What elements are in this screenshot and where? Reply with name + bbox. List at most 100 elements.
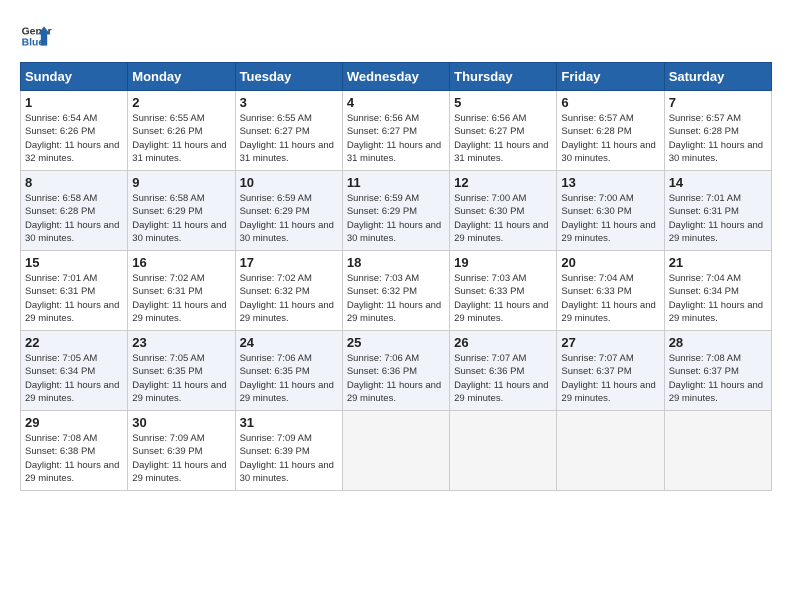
cell-content: Sunrise: 7:09 AMSunset: 6:39 PMDaylight:… bbox=[132, 432, 230, 485]
calendar-cell: 30 Sunrise: 7:09 AMSunset: 6:39 PMDayligh… bbox=[128, 411, 235, 491]
calendar-cell: 22 Sunrise: 7:05 AMSunset: 6:34 PMDayligh… bbox=[21, 331, 128, 411]
cell-content: Sunrise: 7:01 AMSunset: 6:31 PMDaylight:… bbox=[669, 192, 767, 245]
logo-icon: General Blue bbox=[20, 20, 52, 52]
calendar-cell: 6 Sunrise: 6:57 AMSunset: 6:28 PMDaylight… bbox=[557, 91, 664, 171]
day-of-week-sunday: Sunday bbox=[21, 63, 128, 91]
day-number: 30 bbox=[132, 415, 230, 430]
day-number: 11 bbox=[347, 175, 445, 190]
day-number: 7 bbox=[669, 95, 767, 110]
calendar-cell: 2Sunrise: 6:55 AMSunset: 6:26 PMDaylight… bbox=[128, 91, 235, 171]
calendar-cell: 27Sunrise: 7:07 AMSunset: 6:37 PMDayligh… bbox=[557, 331, 664, 411]
cell-content: Sunrise: 6:55 AMSunset: 6:27 PMDaylight:… bbox=[240, 112, 338, 165]
cell-content: Sunrise: 6:57 AMSunset: 6:28 PMDaylight:… bbox=[669, 112, 767, 165]
calendar-header-row: SundayMondayTuesdayWednesdayThursdayFrid… bbox=[21, 63, 772, 91]
day-number: 31 bbox=[240, 415, 338, 430]
calendar-cell: 12 Sunrise: 7:00 AMSunset: 6:30 PMDayligh… bbox=[450, 171, 557, 251]
cell-content: Sunrise: 7:02 AMSunset: 6:31 PMDaylight:… bbox=[132, 272, 230, 325]
cell-content: Sunrise: 7:06 AMSunset: 6:35 PMDaylight:… bbox=[240, 352, 338, 405]
calendar-cell: 17 Sunrise: 7:02 AMSunset: 6:32 PMDayligh… bbox=[235, 251, 342, 331]
day-number: 24 bbox=[240, 335, 338, 350]
day-number: 14 bbox=[669, 175, 767, 190]
calendar-cell: 4Sunrise: 6:56 AMSunset: 6:27 PMDaylight… bbox=[342, 91, 449, 171]
day-number: 6 bbox=[561, 95, 659, 110]
calendar-cell bbox=[450, 411, 557, 491]
cell-content: Sunrise: 6:56 AMSunset: 6:27 PMDaylight:… bbox=[347, 112, 445, 165]
cell-content: Sunrise: 6:59 AMSunset: 6:29 PMDaylight:… bbox=[240, 192, 338, 245]
day-number: 15 bbox=[25, 255, 123, 270]
day-number: 29 bbox=[25, 415, 123, 430]
calendar-week-row: 1 Sunrise: 6:54 AMSunset: 6:26 PMDaylight… bbox=[21, 91, 772, 171]
day-of-week-monday: Monday bbox=[128, 63, 235, 91]
calendar-cell: 9 Sunrise: 6:58 AMSunset: 6:29 PMDaylight… bbox=[128, 171, 235, 251]
day-number: 8 bbox=[25, 175, 123, 190]
cell-content: Sunrise: 6:58 AMSunset: 6:28 PMDaylight:… bbox=[25, 192, 123, 245]
cell-content: Sunrise: 7:04 AMSunset: 6:33 PMDaylight:… bbox=[561, 272, 659, 325]
cell-content: Sunrise: 7:06 AMSunset: 6:36 PMDaylight:… bbox=[347, 352, 445, 405]
cell-content: Sunrise: 7:03 AMSunset: 6:33 PMDaylight:… bbox=[454, 272, 552, 325]
day-number: 21 bbox=[669, 255, 767, 270]
calendar-cell bbox=[557, 411, 664, 491]
day-number: 23 bbox=[132, 335, 230, 350]
day-number: 17 bbox=[240, 255, 338, 270]
cell-content: Sunrise: 7:01 AMSunset: 6:31 PMDaylight:… bbox=[25, 272, 123, 325]
page-header: General Blue bbox=[20, 20, 772, 52]
day-number: 12 bbox=[454, 175, 552, 190]
calendar-cell: 23 Sunrise: 7:05 AMSunset: 6:35 PMDayligh… bbox=[128, 331, 235, 411]
day-number: 3 bbox=[240, 95, 338, 110]
cell-content: Sunrise: 7:03 AMSunset: 6:32 PMDaylight:… bbox=[347, 272, 445, 325]
calendar-cell: 18 Sunrise: 7:03 AMSunset: 6:32 PMDayligh… bbox=[342, 251, 449, 331]
day-number: 18 bbox=[347, 255, 445, 270]
cell-content: Sunrise: 7:07 AMSunset: 6:37 PMDaylight:… bbox=[561, 352, 659, 405]
day-of-week-saturday: Saturday bbox=[664, 63, 771, 91]
cell-content: Sunrise: 7:02 AMSunset: 6:32 PMDaylight:… bbox=[240, 272, 338, 325]
day-of-week-thursday: Thursday bbox=[450, 63, 557, 91]
calendar-cell: 5 Sunrise: 6:56 AMSunset: 6:27 PMDaylight… bbox=[450, 91, 557, 171]
day-number: 26 bbox=[454, 335, 552, 350]
day-number: 16 bbox=[132, 255, 230, 270]
cell-content: Sunrise: 7:05 AMSunset: 6:34 PMDaylight:… bbox=[25, 352, 123, 405]
cell-content: Sunrise: 7:09 AMSunset: 6:39 PMDaylight:… bbox=[240, 432, 338, 485]
logo: General Blue bbox=[20, 20, 52, 52]
day-number: 9 bbox=[132, 175, 230, 190]
day-number: 25 bbox=[347, 335, 445, 350]
calendar-cell: 13 Sunrise: 7:00 AMSunset: 6:30 PMDayligh… bbox=[557, 171, 664, 251]
cell-content: Sunrise: 6:54 AMSunset: 6:26 PMDaylight:… bbox=[25, 112, 123, 165]
calendar-cell: 31 Sunrise: 7:09 AMSunset: 6:39 PMDayligh… bbox=[235, 411, 342, 491]
calendar-week-row: 8 Sunrise: 6:58 AMSunset: 6:28 PMDaylight… bbox=[21, 171, 772, 251]
calendar-cell: 14 Sunrise: 7:01 AMSunset: 6:31 PMDayligh… bbox=[664, 171, 771, 251]
calendar-cell: 11 Sunrise: 6:59 AMSunset: 6:29 PMDayligh… bbox=[342, 171, 449, 251]
calendar-cell: 15 Sunrise: 7:01 AMSunset: 6:31 PMDayligh… bbox=[21, 251, 128, 331]
calendar-cell: 20 Sunrise: 7:04 AMSunset: 6:33 PMDayligh… bbox=[557, 251, 664, 331]
cell-content: Sunrise: 7:00 AMSunset: 6:30 PMDaylight:… bbox=[561, 192, 659, 245]
calendar-cell: 8 Sunrise: 6:58 AMSunset: 6:28 PMDaylight… bbox=[21, 171, 128, 251]
day-number: 5 bbox=[454, 95, 552, 110]
day-number: 19 bbox=[454, 255, 552, 270]
calendar-cell: 7 Sunrise: 6:57 AMSunset: 6:28 PMDaylight… bbox=[664, 91, 771, 171]
day-number: 1 bbox=[25, 95, 123, 110]
cell-content: Sunrise: 6:57 AMSunset: 6:28 PMDaylight:… bbox=[561, 112, 659, 165]
day-number: 22 bbox=[25, 335, 123, 350]
cell-content: Sunrise: 7:07 AMSunset: 6:36 PMDaylight:… bbox=[454, 352, 552, 405]
day-number: 13 bbox=[561, 175, 659, 190]
cell-content: Sunrise: 7:08 AMSunset: 6:37 PMDaylight:… bbox=[669, 352, 767, 405]
calendar-cell: 28Sunrise: 7:08 AMSunset: 6:37 PMDayligh… bbox=[664, 331, 771, 411]
calendar-cell bbox=[342, 411, 449, 491]
calendar-cell: 25 Sunrise: 7:06 AMSunset: 6:36 PMDayligh… bbox=[342, 331, 449, 411]
cell-content: Sunrise: 7:05 AMSunset: 6:35 PMDaylight:… bbox=[132, 352, 230, 405]
cell-content: Sunrise: 7:00 AMSunset: 6:30 PMDaylight:… bbox=[454, 192, 552, 245]
cell-content: Sunrise: 6:56 AMSunset: 6:27 PMDaylight:… bbox=[454, 112, 552, 165]
day-number: 10 bbox=[240, 175, 338, 190]
day-number: 20 bbox=[561, 255, 659, 270]
calendar-cell: 26 Sunrise: 7:07 AMSunset: 6:36 PMDayligh… bbox=[450, 331, 557, 411]
calendar-cell: 19 Sunrise: 7:03 AMSunset: 6:33 PMDayligh… bbox=[450, 251, 557, 331]
cell-content: Sunrise: 6:55 AMSunset: 6:26 PMDaylight:… bbox=[132, 112, 230, 165]
calendar-cell bbox=[664, 411, 771, 491]
cell-content: Sunrise: 6:58 AMSunset: 6:29 PMDaylight:… bbox=[132, 192, 230, 245]
calendar-cell: 24 Sunrise: 7:06 AMSunset: 6:35 PMDayligh… bbox=[235, 331, 342, 411]
calendar-cell: 10 Sunrise: 6:59 AMSunset: 6:29 PMDayligh… bbox=[235, 171, 342, 251]
calendar-cell: 21Sunrise: 7:04 AMSunset: 6:34 PMDayligh… bbox=[664, 251, 771, 331]
day-of-week-tuesday: Tuesday bbox=[235, 63, 342, 91]
cell-content: Sunrise: 6:59 AMSunset: 6:29 PMDaylight:… bbox=[347, 192, 445, 245]
calendar-week-row: 15 Sunrise: 7:01 AMSunset: 6:31 PMDayligh… bbox=[21, 251, 772, 331]
calendar-cell: 16 Sunrise: 7:02 AMSunset: 6:31 PMDayligh… bbox=[128, 251, 235, 331]
